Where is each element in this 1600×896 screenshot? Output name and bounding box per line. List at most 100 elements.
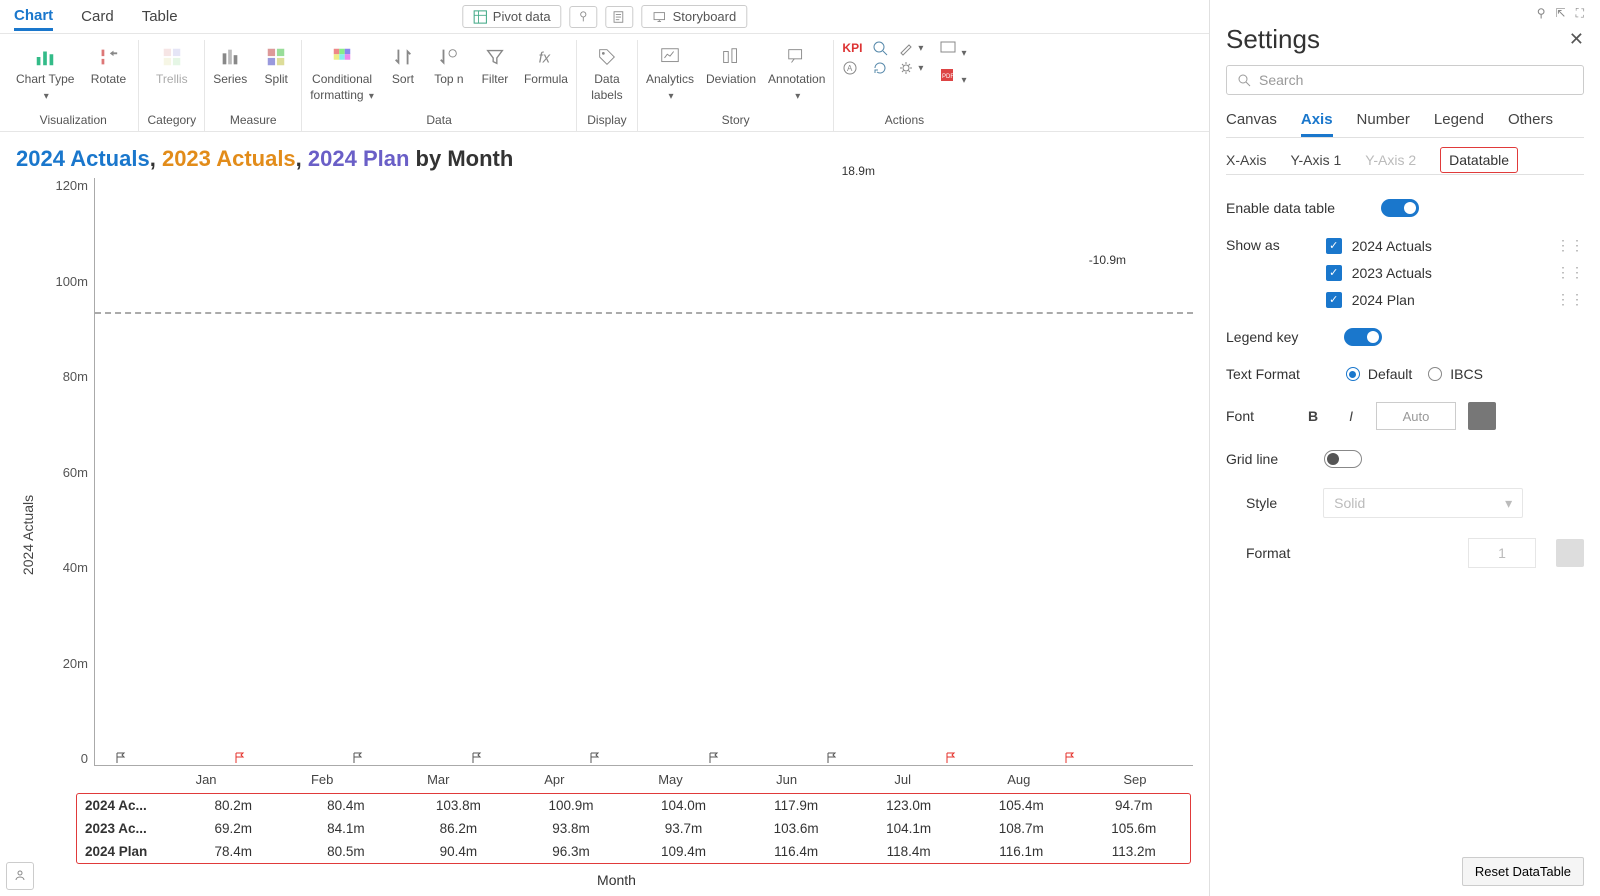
tab-others[interactable]: Others bbox=[1508, 105, 1553, 137]
tab-number[interactable]: Number bbox=[1357, 105, 1410, 137]
group-data: Data bbox=[426, 109, 451, 131]
label-format: Format bbox=[1246, 545, 1290, 561]
x-axis-title: Month bbox=[40, 868, 1193, 892]
pin-icon[interactable]: ⚲ bbox=[1537, 6, 1546, 22]
checkbox-2023-actuals[interactable]: ✓ bbox=[1326, 265, 1342, 281]
bold-button[interactable]: B bbox=[1300, 403, 1326, 429]
label-enable-datatable: Enable data table bbox=[1226, 200, 1335, 216]
tab-axis[interactable]: Axis bbox=[1301, 105, 1333, 137]
topn-icon bbox=[436, 44, 462, 70]
text-a-button[interactable]: A bbox=[842, 60, 862, 76]
formula-button[interactable]: fxFormula bbox=[524, 40, 568, 86]
search-input[interactable]: Search bbox=[1226, 65, 1584, 95]
text-a-icon: A bbox=[842, 60, 858, 76]
trellis-button[interactable]: Trellis bbox=[150, 40, 194, 86]
svg-text:A: A bbox=[847, 64, 853, 73]
group-actions: Actions bbox=[885, 109, 924, 131]
label-font: Font bbox=[1226, 408, 1254, 424]
label-legend-key: Legend key bbox=[1226, 329, 1298, 345]
radio-default[interactable] bbox=[1346, 367, 1360, 381]
label-show-as: Show as bbox=[1226, 237, 1280, 253]
tab-chart[interactable]: Chart bbox=[14, 3, 53, 31]
gear-icon bbox=[898, 60, 914, 76]
x-axis-ticks: JanFebMarAprMayJunJulAugSep bbox=[148, 766, 1193, 793]
pivot-icon bbox=[473, 10, 487, 24]
bar-chart-icon bbox=[32, 44, 58, 70]
gear-button[interactable] bbox=[898, 60, 923, 76]
search-icon bbox=[1237, 73, 1251, 87]
assist-button[interactable] bbox=[6, 862, 34, 890]
rotate-button[interactable]: Rotate bbox=[86, 40, 130, 86]
data-labels-button[interactable]: Datalabels bbox=[585, 40, 629, 102]
settings-panel: ⚲ ⇱ ⛶ Settings ✕ Search Canvas Axis Number … bbox=[1210, 0, 1600, 896]
subtab-yaxis2: Y-Axis 2 bbox=[1365, 146, 1416, 174]
group-display: Display bbox=[587, 109, 626, 131]
storyboard-icon bbox=[653, 10, 667, 24]
tab-canvas[interactable]: Canvas bbox=[1226, 105, 1277, 137]
toggle-legend-key[interactable] bbox=[1344, 328, 1382, 346]
close-icon[interactable]: ✕ bbox=[1569, 29, 1584, 50]
notes-button[interactable] bbox=[606, 6, 634, 28]
series-button[interactable]: Series bbox=[213, 40, 247, 86]
brush-button[interactable] bbox=[898, 40, 923, 56]
topn-button[interactable]: Top n bbox=[432, 40, 466, 86]
deviation-button[interactable]: Deviation bbox=[706, 40, 756, 86]
toggle-enable-datatable[interactable] bbox=[1381, 199, 1419, 217]
font-size-input[interactable]: Auto bbox=[1376, 402, 1456, 430]
expand-icon[interactable]: ⛶ bbox=[1576, 6, 1584, 22]
chart-title: 2024 Actuals, 2023 Actuals, 2024 Plan by… bbox=[16, 146, 1193, 172]
checkbox-2024-actuals[interactable]: ✓ bbox=[1326, 238, 1342, 254]
input-format: 1 bbox=[1468, 538, 1536, 568]
subtab-xaxis[interactable]: X-Axis bbox=[1226, 146, 1266, 174]
analytics-icon bbox=[657, 44, 683, 70]
tab-table[interactable]: Table bbox=[142, 4, 178, 29]
funnel-icon bbox=[577, 10, 591, 24]
grid-color-icon bbox=[329, 44, 355, 70]
refresh-button[interactable] bbox=[872, 60, 888, 76]
funnel-button[interactable] bbox=[570, 6, 598, 28]
reset-datatable-button[interactable]: Reset DataTable bbox=[1462, 857, 1584, 886]
split-button[interactable]: Split bbox=[259, 40, 293, 86]
sort-button[interactable]: Sort bbox=[386, 40, 420, 86]
notes-icon bbox=[613, 10, 627, 24]
radio-ibcs[interactable] bbox=[1428, 367, 1442, 381]
settings-title: Settings bbox=[1226, 24, 1320, 55]
assist-icon bbox=[12, 868, 28, 884]
drag-handle-icon[interactable]: ⋮⋮ bbox=[1556, 264, 1584, 281]
group-visualization: Visualization bbox=[40, 109, 107, 131]
reference-line bbox=[95, 312, 1193, 314]
subtab-yaxis1[interactable]: Y-Axis 1 bbox=[1290, 146, 1341, 174]
analytics-button[interactable]: Analytics bbox=[646, 40, 694, 102]
subtab-datatable[interactable]: Datatable bbox=[1440, 147, 1518, 173]
chart-type-button[interactable]: Chart Type bbox=[16, 40, 74, 102]
share-icon[interactable]: ⇱ bbox=[1556, 6, 1566, 22]
tab-card[interactable]: Card bbox=[81, 4, 114, 29]
group-story: Story bbox=[722, 109, 750, 131]
pdf-button[interactable]: PDF bbox=[939, 67, 966, 88]
rotate-icon bbox=[95, 44, 121, 70]
drag-handle-icon[interactable]: ⋮⋮ bbox=[1556, 291, 1584, 308]
tab-legend[interactable]: Legend bbox=[1434, 105, 1484, 137]
sort-icon bbox=[390, 44, 416, 70]
tag-icon bbox=[594, 44, 620, 70]
kpi-button[interactable]: KPI bbox=[842, 40, 862, 56]
toggle-gridline[interactable] bbox=[1324, 450, 1362, 468]
italic-button[interactable]: I bbox=[1338, 403, 1364, 429]
conditional-formatting-button[interactable]: Conditional formatting bbox=[310, 40, 374, 102]
label-style: Style bbox=[1246, 495, 1277, 511]
split-icon bbox=[263, 44, 289, 70]
axis-subtabs: X-Axis Y-Axis 1 Y-Axis 2 Datatable bbox=[1226, 146, 1584, 175]
storyboard-button[interactable]: Storyboard bbox=[642, 5, 748, 28]
screen-button[interactable] bbox=[939, 40, 966, 61]
magnify-button[interactable] bbox=[872, 40, 888, 56]
filter-button[interactable]: Filter bbox=[478, 40, 512, 86]
group-measure: Measure bbox=[230, 109, 277, 131]
settings-tabs: Canvas Axis Number Legend Others bbox=[1226, 105, 1584, 138]
y-axis-ticks: 120m100m80m 60m40m20m0 bbox=[40, 178, 94, 766]
font-color-swatch[interactable] bbox=[1468, 402, 1496, 430]
annotation-button[interactable]: Annotation bbox=[768, 40, 825, 102]
pivot-data-button[interactable]: Pivot data bbox=[462, 5, 562, 28]
checkbox-2024-plan[interactable]: ✓ bbox=[1326, 292, 1342, 308]
drag-handle-icon[interactable]: ⋮⋮ bbox=[1556, 237, 1584, 254]
window-controls[interactable]: ⚲ ⇱ ⛶ bbox=[1226, 6, 1584, 22]
